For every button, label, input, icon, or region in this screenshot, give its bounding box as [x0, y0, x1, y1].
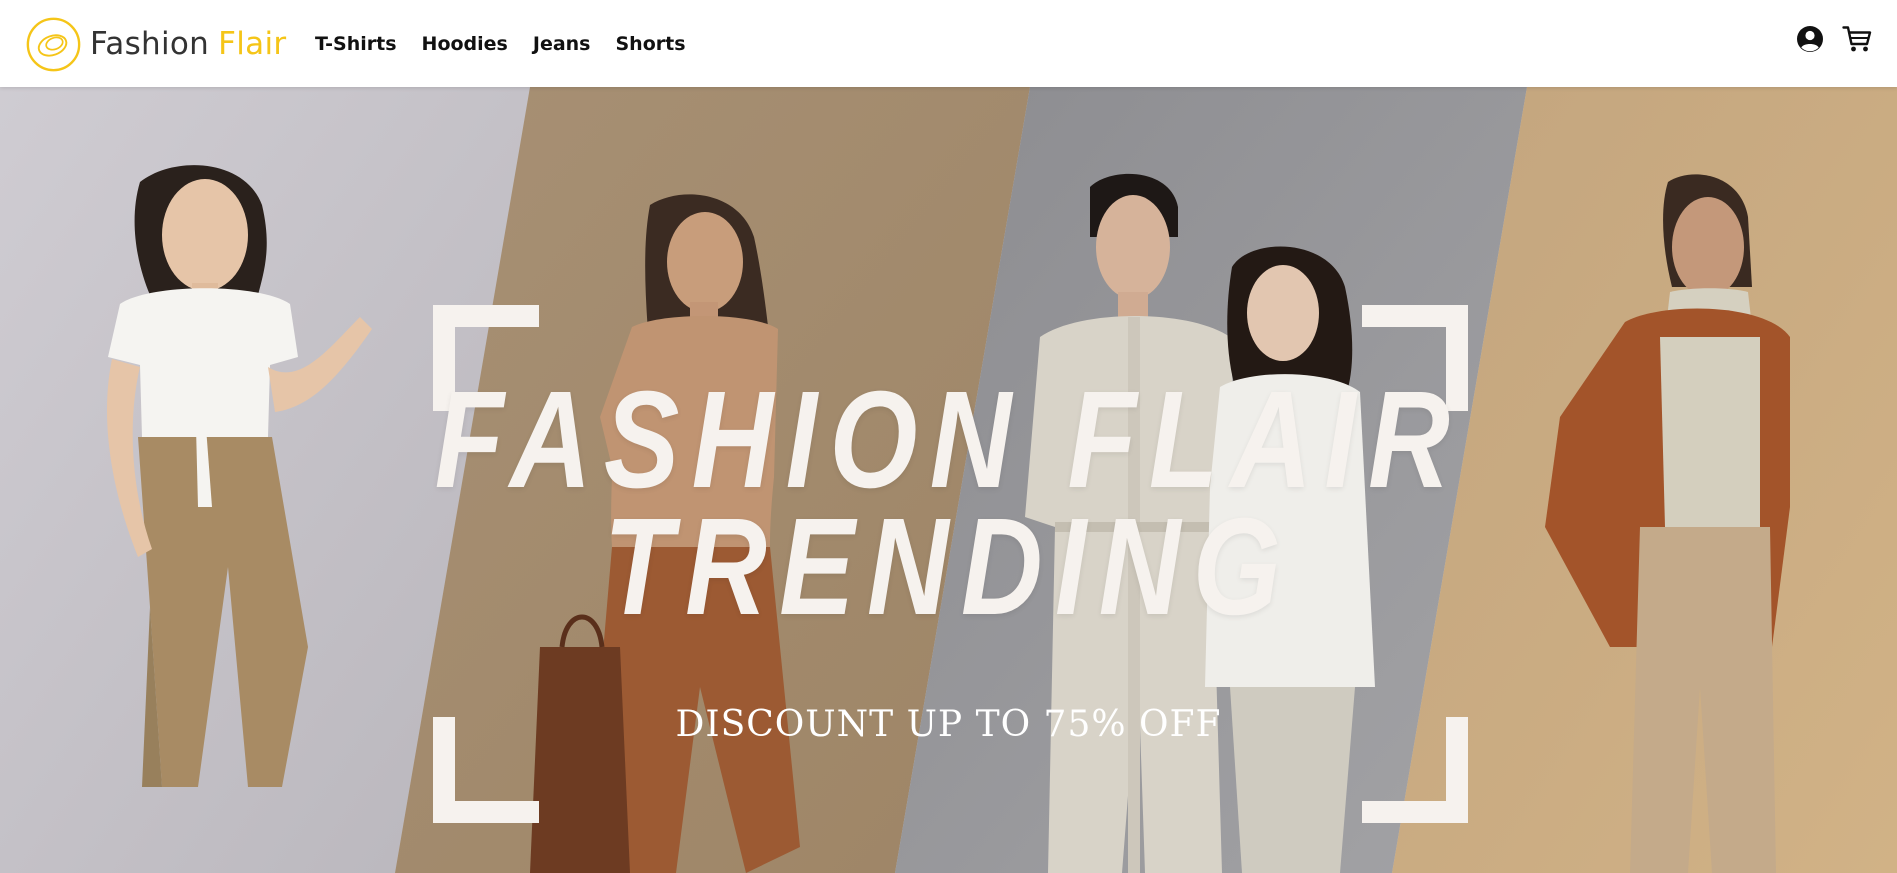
account-button[interactable]: [1796, 25, 1824, 58]
brand-name: Fashion Flair: [90, 26, 286, 62]
user-circle-icon: [1797, 26, 1823, 52]
header-actions: [1796, 25, 1872, 58]
hero-banner: FASHION FLAIR TRENDING DISCOUNT UP TO 75…: [0, 87, 1897, 873]
shopping-cart-icon: [1842, 26, 1872, 52]
hero-title-line-1: FASHION FLAIR: [434, 363, 1463, 517]
brand-name-primary: Fashion: [90, 26, 210, 62]
nav-link-hoodies[interactable]: Hoodies: [422, 30, 508, 58]
brand-logo-icon: [26, 17, 81, 71]
main-nav: T-Shirts Hoodies Jeans Shorts: [315, 30, 711, 58]
brand-name-accent: Flair: [218, 26, 287, 62]
hero-title-line-2: TRENDING: [603, 490, 1294, 644]
nav-link-shorts[interactable]: Shorts: [616, 30, 686, 58]
brand-logo[interactable]: Fashion Flair: [25, 14, 286, 74]
nav-link-jeans[interactable]: Jeans: [533, 30, 591, 58]
hero-title: FASHION FLAIR TRENDING: [171, 363, 1727, 644]
cart-button[interactable]: [1842, 25, 1872, 58]
nav-link-tshirts[interactable]: T-Shirts: [315, 30, 397, 58]
hero-subtitle: DISCOUNT UP TO 75% OFF: [675, 704, 1222, 745]
site-header: Fashion Flair T-Shirts Hoodies Jeans Shor…: [0, 0, 1897, 87]
